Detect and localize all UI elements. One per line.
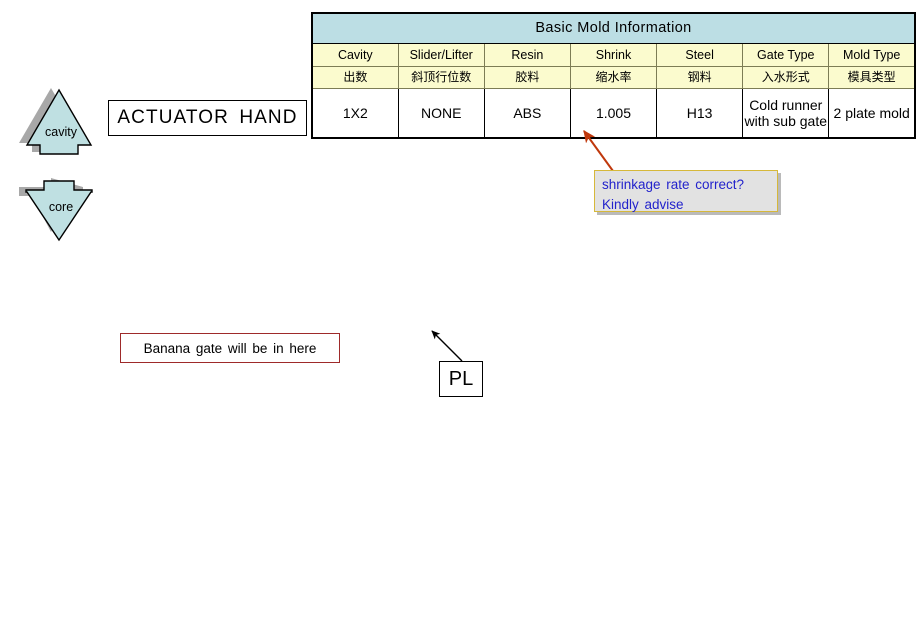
header-cavity-en: Cavity — [311, 43, 399, 67]
parting-line-label: PL — [448, 367, 474, 390]
header-shrink-en: Shrink — [569, 43, 658, 67]
value-gate: Cold runner with sub gate — [742, 88, 830, 139]
header-slider-en: Slider/Lifter — [397, 43, 485, 67]
table-data-row: 1X2 NONE ABS 1.005 H13 Cold runner with … — [311, 88, 916, 139]
callout-line-1: shrinkage rate correct? — [602, 177, 745, 192]
pl-leader-arrow — [431, 330, 463, 362]
core-shape-label: core — [48, 200, 74, 214]
header-cavity-cn: 出数 — [311, 66, 399, 89]
callout-line-2: Kindly advise — [602, 196, 684, 212]
header-shrink-cn: 缩水率 — [569, 66, 658, 89]
value-slider: NONE — [397, 88, 485, 139]
table-header-row-en: Cavity Slider/Lifter Resin Shrink Steel … — [311, 43, 916, 67]
header-resin-en: Resin — [483, 43, 571, 67]
shrinkage-question-callout: shrinkage rate correct? Kindly advise — [594, 170, 778, 212]
table-title-row: Basic Mold Information — [311, 12, 916, 44]
part-title-box: ACTUATOR HAND — [108, 100, 307, 136]
header-resin-cn: 胶料 — [483, 66, 571, 89]
parting-line-marker: PL — [439, 361, 483, 397]
header-gate-en: Gate Type — [742, 43, 830, 67]
cavity-shape-label: cavity — [45, 125, 77, 139]
part-title-label: ACTUATOR HAND — [117, 107, 298, 128]
value-cavity: 1X2 — [311, 88, 399, 139]
banana-gate-note-label: Banana gate will be in here — [143, 340, 317, 356]
value-mold: 2 plate mold — [828, 88, 916, 139]
basic-mold-information-table: Basic Mold Information Cavity Slider/Lif… — [311, 12, 916, 139]
cavity-shape-shadow — [19, 88, 83, 152]
header-mold-cn: 模具类型 — [828, 66, 916, 89]
header-slider-cn: 斜顶行位数 — [397, 66, 485, 89]
table-header-row-cn: 出数 斜顶行位数 胶料 缩水率 钢料 入水形式 模具类型 — [311, 66, 916, 89]
header-steel-en: Steel — [656, 43, 744, 67]
cavity-shape — [25, 88, 93, 155]
banana-gate-note: Banana gate will be in here — [120, 333, 340, 363]
value-steel: H13 — [656, 88, 744, 139]
header-gate-cn: 入水形式 — [742, 66, 830, 89]
table-title-cell: Basic Mold Information — [311, 12, 916, 44]
header-steel-cn: 钢料 — [656, 66, 744, 89]
header-mold-en: Mold Type — [828, 43, 916, 67]
value-shrink: 1.005 — [569, 88, 658, 139]
value-resin: ABS — [483, 88, 571, 139]
